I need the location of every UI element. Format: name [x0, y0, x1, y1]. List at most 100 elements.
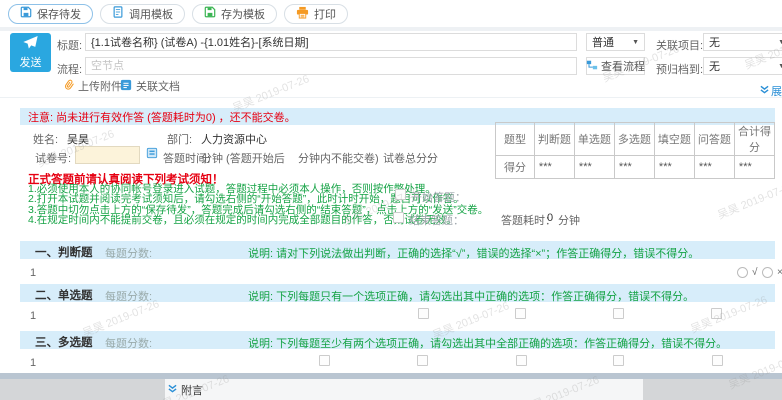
caret-down-icon: ▼: [632, 39, 639, 46]
exam-content: 注意: 尚未进行有效作答 (答题耗时为0) ，还不能交卷。 姓名: 吴昊 部门:…: [20, 100, 775, 373]
score-table-header: 判断题: [534, 123, 574, 156]
score-cell: ***: [534, 156, 574, 179]
save-pending-button[interactable]: 保存待发: [8, 4, 93, 24]
score-table-header-row: 题型 判断题 单选题 多选题 填空题 问答题 合计得分: [496, 123, 775, 156]
linked-document-link[interactable]: 关联文档: [120, 78, 180, 94]
send-button[interactable]: 发送: [10, 33, 51, 72]
save-green-icon: [204, 6, 216, 21]
notice-text: 注意: 尚未进行有效作答 (答题耗时为0) ，还不能交卷。: [28, 109, 296, 125]
judgement-false-label: ×: [777, 267, 782, 278]
print-label: 打印: [314, 6, 336, 22]
paper-no-input[interactable]: [75, 146, 140, 164]
score-cell: ***: [734, 156, 774, 179]
total-score-label: 试卷总分:: [383, 150, 430, 166]
start-answer-label: 开始答题：: [411, 189, 466, 205]
toolbar: 保存待发 调用模板 存为模板 打印: [0, 0, 782, 27]
upload-attachment-label: 上传附件: [78, 78, 122, 94]
section-score-label: 每题分数:: [105, 245, 152, 261]
paper-plane-icon: [22, 35, 39, 53]
print-button[interactable]: 打印: [284, 4, 348, 24]
send-label: 发送: [20, 54, 42, 70]
section-title: 二、单选题: [35, 287, 93, 303]
flow-input[interactable]: [85, 57, 577, 75]
elapsed-unit: 分钟: [558, 212, 580, 228]
related-project-select[interactable]: 无 ▼: [703, 33, 782, 51]
select-paper-icon[interactable]: [146, 147, 158, 162]
prearchive-value: 无: [709, 58, 720, 74]
title-input[interactable]: [85, 33, 577, 51]
score-cell: ***: [614, 156, 654, 179]
view-flow-button[interactable]: 查看流程: [586, 57, 645, 75]
section-description: 说明: 下列每题至少有两个选项正确，请勾选出其中全部正确的选项：作答正确得分，错…: [248, 335, 727, 351]
chevron-double-down-icon: [168, 384, 177, 396]
multi-choice-checkbox-c[interactable]: [516, 355, 527, 366]
multi-choice-checkbox-e[interactable]: [712, 355, 723, 366]
answer-time-text2: 分钟内不能交卷): [298, 150, 379, 166]
paperclip-icon: [59, 76, 77, 95]
multi-choice-checkbox-a[interactable]: [319, 355, 330, 366]
prearchive-label: 预归档到:: [656, 61, 703, 77]
end-answer-checkbox[interactable]: [393, 212, 404, 223]
section-score-label: 每题分数:: [105, 335, 152, 351]
caret-down-icon: ▼: [778, 39, 782, 46]
document-icon: [120, 79, 132, 94]
view-flow-label: 查看流程: [601, 58, 645, 74]
score-table: 题型 判断题 单选题 多选题 填空题 问答题 合计得分 得分 *** *** *…: [495, 122, 775, 179]
score-table-header: 填空题: [654, 123, 694, 156]
score-cell: ***: [574, 156, 614, 179]
score-row-label: 得分: [496, 156, 535, 179]
section-title: 一、判断题: [35, 244, 93, 260]
multi-choice-checkbox-b[interactable]: [417, 355, 428, 366]
score-cell: ***: [654, 156, 694, 179]
question-number: 1: [30, 310, 36, 322]
send-form: 发送 标题: 普通 ▼ 关联项目: 无 ▼ 流程: 查看流程 预归档到: 无 ▼…: [0, 31, 782, 97]
question-number: 1: [30, 357, 36, 369]
score-table-value-row: 得分 *** *** *** *** *** ***: [496, 156, 775, 179]
total-score-unit: 分: [427, 150, 438, 166]
postscript-header[interactable]: 附言: [165, 379, 643, 400]
related-project-label: 关联项目:: [656, 37, 703, 53]
score-table-header: 合计得分: [734, 123, 774, 156]
dept-label: 部门:: [167, 131, 192, 147]
question-number: 1: [30, 267, 36, 279]
section-multi-choice-header: 三、多选题 每题分数: 说明: 下列每题至少有两个选项正确，请勾选出其中全部正确…: [20, 331, 775, 349]
score-table-header: 题型: [496, 123, 535, 156]
save-as-template-label: 存为模板: [221, 6, 265, 22]
score-cell: ***: [694, 156, 734, 179]
linked-document-label: 关联文档: [136, 78, 180, 94]
section-judgement-header: 一、判断题 每题分数: 说明: 请对下列说法做出判断，正确的选择“√”，错误的选…: [20, 241, 775, 259]
section-divider: [0, 97, 782, 98]
section-description: 说明: 请对下列说法做出判断，正确的选择“√”，错误的选择“×”；作答正确得分，…: [248, 245, 699, 261]
answer-time-text1: 分钟 (答题开始后: [201, 150, 285, 166]
end-answer-label: 结束答题：: [409, 212, 464, 228]
judgement-true-radio[interactable]: [737, 267, 748, 278]
section-title: 三、多选题: [35, 334, 93, 350]
score-table-header: 单选题: [574, 123, 614, 156]
load-template-label: 调用模板: [129, 6, 173, 22]
name-value: 吴昊: [67, 131, 89, 147]
template-doc-icon: [112, 6, 124, 21]
priority-value: 普通: [592, 34, 614, 50]
save-icon: [20, 6, 32, 21]
chevron-double-down-icon: [760, 85, 769, 97]
load-template-button[interactable]: 调用模板: [100, 4, 185, 24]
related-project-value: 无: [709, 34, 720, 50]
multi-choice-checkbox-d[interactable]: [613, 355, 624, 366]
start-answer-checkbox[interactable]: [395, 189, 406, 200]
upload-attachment-link[interactable]: 上传附件: [63, 78, 122, 94]
single-choice-checkbox-d[interactable]: [711, 308, 722, 319]
score-table-header: 多选题: [614, 123, 654, 156]
priority-select[interactable]: 普通 ▼: [586, 33, 645, 51]
single-choice-checkbox-c[interactable]: [613, 308, 624, 319]
dept-value: 人力资源中心: [201, 131, 267, 147]
single-choice-checkbox-a[interactable]: [418, 308, 429, 319]
judgement-false-radio[interactable]: [762, 267, 773, 278]
section-single-choice-header: 二、单选题 每题分数: 说明: 下列每题只有一个选项正确，请勾选出其中正确的选项…: [20, 284, 775, 302]
caret-down-icon: ▼: [778, 63, 782, 70]
paper-no-label: 试卷号:: [35, 150, 71, 166]
title-label: 标题:: [57, 37, 82, 53]
single-choice-checkbox-b[interactable]: [515, 308, 526, 319]
save-as-template-button[interactable]: 存为模板: [192, 4, 277, 24]
prearchive-select[interactable]: 无 ▼: [703, 57, 782, 75]
exam-answer-page: 保存待发 调用模板 存为模板 打印 发送 标题: 普通 ▼ 关联项目: 无: [0, 0, 782, 400]
